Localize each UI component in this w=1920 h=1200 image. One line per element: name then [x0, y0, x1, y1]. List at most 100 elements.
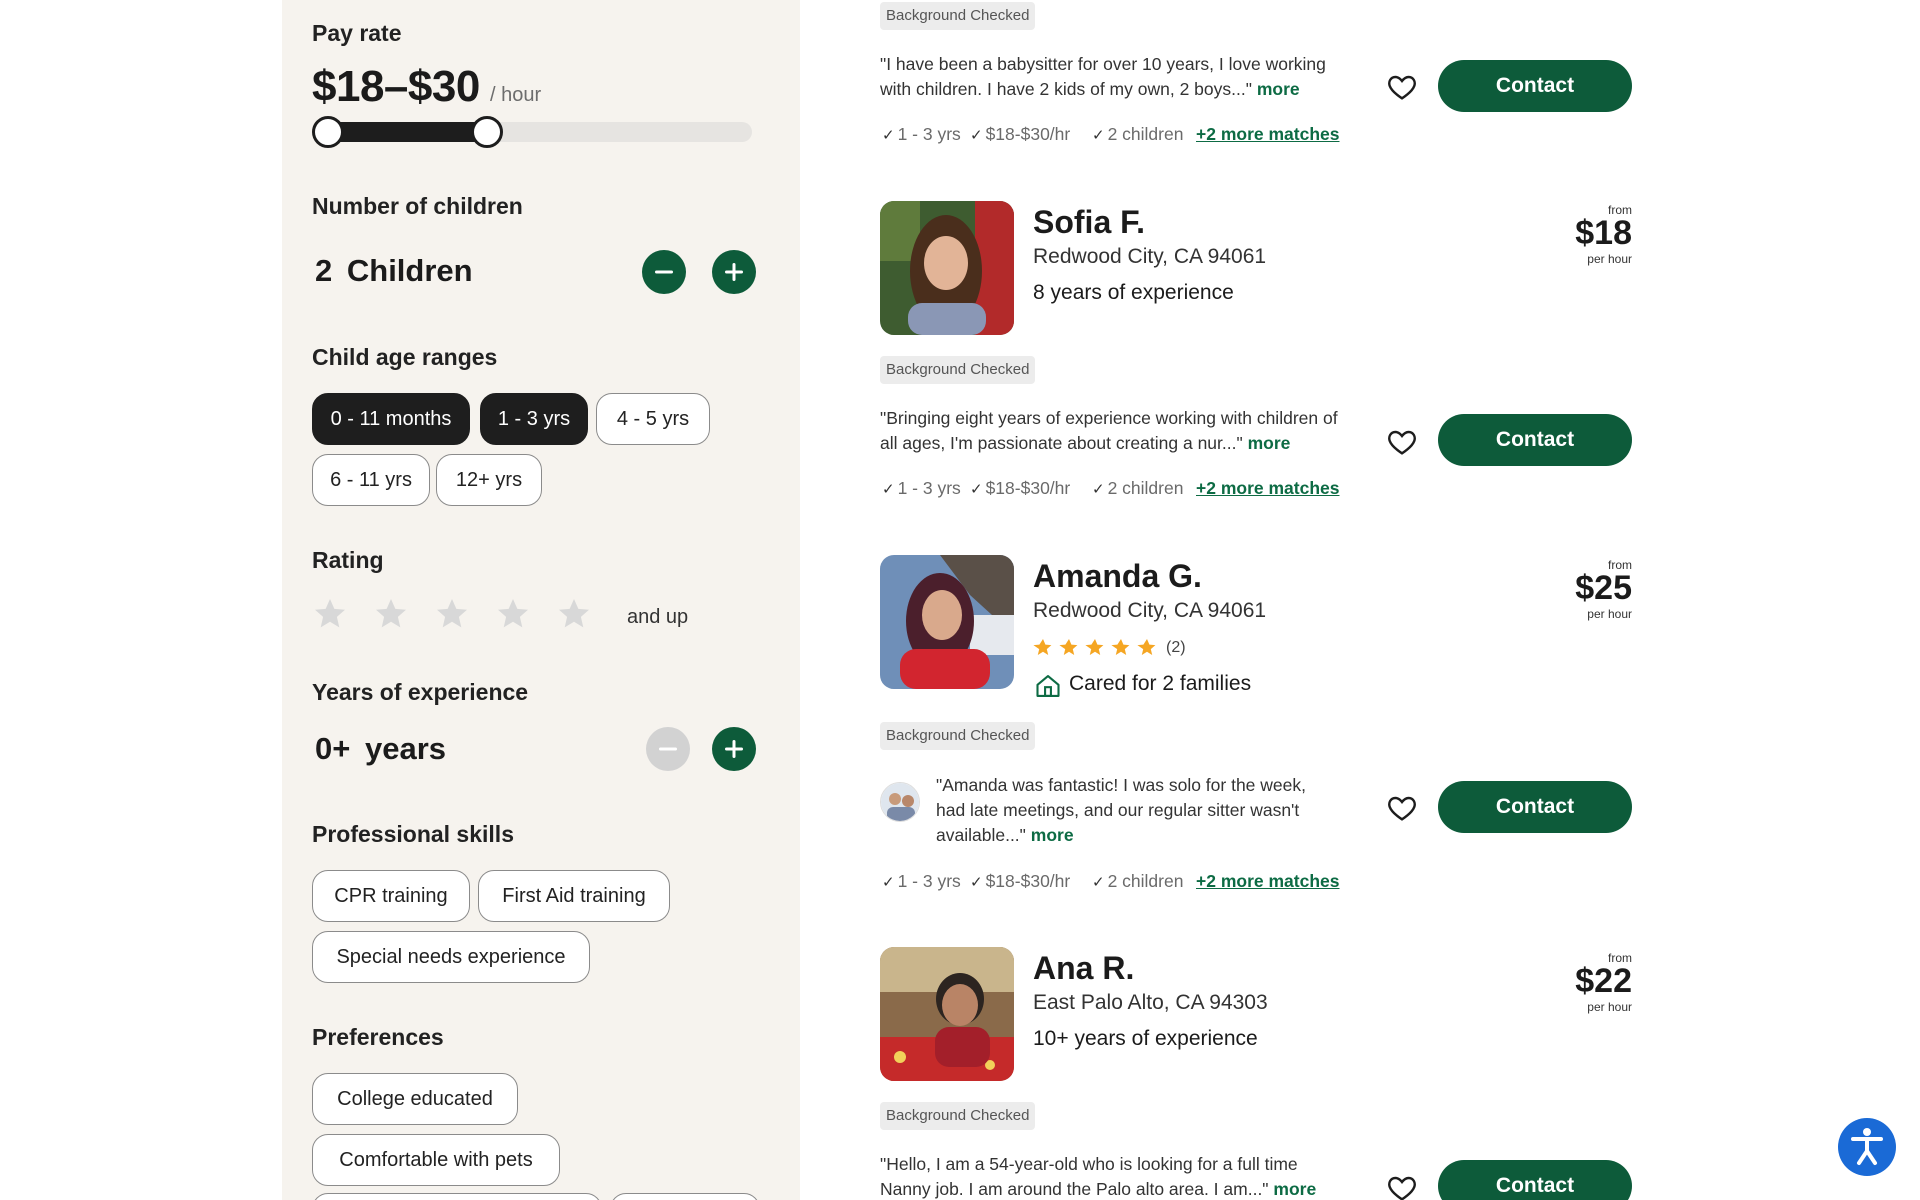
caregiver-photo[interactable]	[880, 201, 1014, 335]
pay-rate-unit: / hour	[490, 84, 542, 106]
age-chip-12-plus-yrs[interactable]: 12+ yrs	[436, 454, 542, 506]
caregiver-price: $25	[1575, 569, 1632, 607]
age-chip-6-11-yrs[interactable]: 6 - 11 yrs	[312, 454, 430, 506]
star-icon[interactable]	[495, 596, 531, 632]
plus-icon	[725, 740, 743, 758]
heart-outline-icon[interactable]	[1386, 71, 1418, 103]
more-matches-link[interactable]: +2 more matches	[1196, 478, 1339, 499]
minus-icon	[659, 747, 677, 751]
caregiver-rating-stars	[1033, 639, 1156, 655]
home-icon	[1036, 675, 1060, 697]
rating-and-up-label: and up	[627, 606, 689, 628]
match-item: ✓ 1 - 3 yrs	[882, 478, 961, 498]
accessibility-button[interactable]	[1838, 1118, 1896, 1176]
contact-button[interactable]: Contact	[1438, 414, 1632, 466]
filter-sidebar: Pay rate $18–$30 / hour Number of childr…	[282, 0, 800, 1200]
caregiver-location: East Palo Alto, CA 94303	[1033, 991, 1268, 1014]
more-matches-link[interactable]: +2 more matches	[1196, 871, 1339, 892]
children-decrease-button[interactable]	[642, 250, 686, 294]
pay-rate-min-handle[interactable]	[312, 116, 344, 148]
rating-title: Rating	[312, 547, 384, 573]
match-item: ✓ $18-$30/hr	[970, 478, 1071, 498]
children-count-label: Children	[346, 253, 473, 288]
match-item: ✓ 2 children	[1092, 124, 1184, 144]
bio-more-link[interactable]: more	[1248, 433, 1291, 453]
contact-button[interactable]: Contact	[1438, 781, 1632, 833]
pay-rate-value: $18–$30	[312, 62, 480, 111]
age-chip-1-3-yrs[interactable]: 1 - 3 yrs	[480, 393, 588, 445]
skills-title: Professional skills	[312, 821, 514, 847]
experience-number: 0+	[315, 731, 351, 766]
caregiver-photo[interactable]	[880, 947, 1014, 1081]
caregiver-name[interactable]: Amanda G.	[1033, 558, 1202, 595]
experience-increase-button[interactable]	[712, 727, 756, 771]
price-per-hour-label: per hour	[1587, 607, 1632, 621]
caregiver-bio-quote: "Hello, I am a 54-year-old who is lookin…	[880, 1152, 1340, 1200]
contact-button[interactable]: Contact	[1438, 60, 1632, 112]
background-checked-badge: Background Checked	[880, 722, 1036, 750]
children-increase-button[interactable]	[712, 250, 756, 294]
review-quote: "Amanda was fantastic! I was solo for th…	[936, 773, 1340, 848]
caregiver-price: $22	[1575, 962, 1632, 1000]
skill-chip-cpr-training[interactable]: CPR training	[312, 870, 470, 922]
caregiver-location: Redwood City, CA 94061	[1033, 599, 1267, 622]
experience-title: Years of experience	[312, 679, 529, 705]
more-matches-link[interactable]: +2 more matches	[1196, 124, 1339, 145]
heart-outline-icon[interactable]	[1386, 426, 1418, 458]
reviewer-avatar-image	[881, 783, 919, 821]
caregiver-experience: 8 years of experience	[1033, 281, 1234, 304]
plus-icon	[725, 263, 743, 281]
caregiver-photo[interactable]	[880, 555, 1014, 689]
children-count-number: 2	[315, 253, 333, 288]
caregiver-experience: 10+ years of experience	[1033, 1027, 1258, 1050]
skill-chip-first-aid-training[interactable]: First Aid training	[478, 870, 670, 922]
caregiver-name[interactable]: Sofia F.	[1033, 204, 1145, 241]
preference-chip-partial[interactable]	[312, 1193, 602, 1200]
check-icon: ✓	[1092, 127, 1105, 144]
match-item: ✓ 1 - 3 yrs	[882, 124, 961, 144]
background-checked-badge: Background Checked	[880, 356, 1036, 384]
caregiver-name[interactable]: Ana R.	[1033, 950, 1134, 987]
review-more-link[interactable]: more	[1031, 825, 1074, 845]
experience-value: 0+ years	[315, 731, 446, 767]
age-ranges-title: Child age ranges	[312, 344, 498, 370]
match-item: ✓ $18-$30/hr	[970, 124, 1071, 144]
minus-icon	[655, 270, 673, 274]
star-icon[interactable]	[312, 596, 348, 632]
price-per-hour-label: per hour	[1587, 252, 1632, 266]
bio-more-link[interactable]: more	[1257, 79, 1300, 99]
star-icon[interactable]	[373, 596, 409, 632]
preferences-title: Preferences	[312, 1024, 444, 1050]
skill-chip-special-needs-experience[interactable]: Special needs experience	[312, 931, 590, 983]
caregiver-location: Redwood City, CA 94061	[1033, 245, 1267, 268]
preference-chip-comfortable-with-pets[interactable]: Comfortable with pets	[312, 1134, 560, 1186]
caregiver-photo-image	[880, 555, 1014, 689]
age-chip-4-5-yrs[interactable]: 4 - 5 yrs	[596, 393, 710, 445]
match-item: ✓ $18-$30/hr	[970, 871, 1071, 891]
pay-rate-max-handle[interactable]	[471, 116, 504, 148]
age-chip-0-11-months[interactable]: 0 - 11 months	[312, 393, 470, 445]
caregiver-price: $18	[1575, 214, 1632, 252]
star-icon[interactable]	[556, 596, 592, 632]
accessibility-icon	[1851, 1128, 1883, 1165]
experience-unit: years	[364, 731, 447, 766]
review-count: (2)	[1166, 639, 1186, 656]
pay-rate-title: Pay rate	[312, 20, 402, 46]
contact-button[interactable]: Contact	[1438, 1160, 1632, 1200]
bio-text: "Hello, I am a 54-year-old who is lookin…	[880, 1154, 1298, 1199]
heart-outline-icon[interactable]	[1386, 1172, 1418, 1200]
caregiver-photo-image	[880, 947, 1014, 1081]
preference-chip-college-educated[interactable]: College educated	[312, 1073, 518, 1125]
check-icon: ✓	[882, 481, 895, 498]
preference-chip-partial[interactable]	[610, 1193, 760, 1200]
background-checked-badge: Background Checked	[880, 2, 1036, 30]
check-icon: ✓	[882, 874, 895, 891]
bio-more-link[interactable]: more	[1273, 1179, 1316, 1199]
heart-outline-icon[interactable]	[1386, 792, 1418, 824]
caregiver-bio-quote: "I have been a babysitter for over 10 ye…	[880, 52, 1340, 102]
experience-decrease-button[interactable]	[646, 727, 690, 771]
check-icon: ✓	[882, 127, 895, 144]
check-icon: ✓	[1092, 874, 1105, 891]
check-icon: ✓	[1092, 481, 1105, 498]
star-icon[interactable]	[434, 596, 470, 632]
